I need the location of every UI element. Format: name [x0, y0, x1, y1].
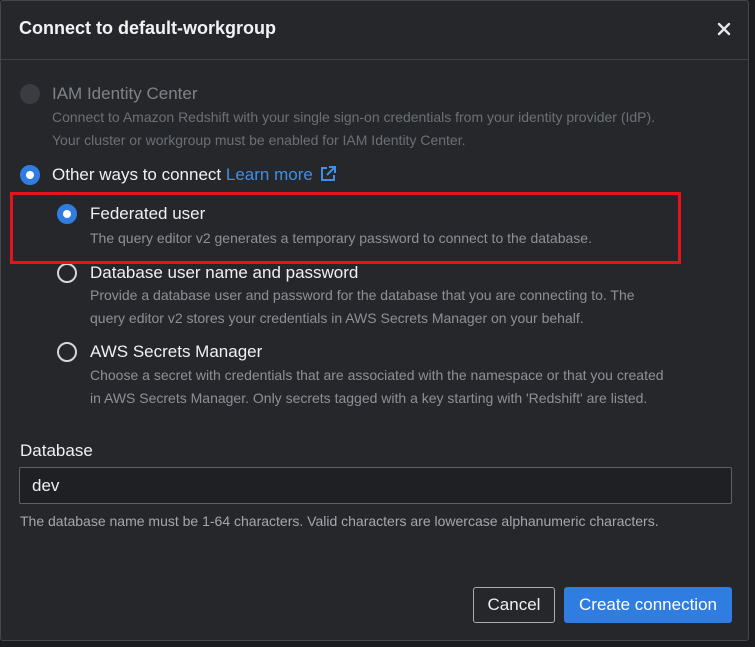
iam-identity-center-desc-line-2: Your cluster or workgroup must be enable… — [52, 132, 466, 148]
aws-secrets-manager-desc-line-1: Choose a secret with credentials that ar… — [90, 367, 664, 383]
radio-database-user-password[interactable] — [57, 263, 77, 283]
other-ways-label: Other ways to connect — [52, 165, 222, 184]
iam-identity-center-desc-line-1: Connect to Amazon Redshift with your sin… — [52, 109, 656, 125]
database-label: Database — [20, 441, 93, 460]
radio-iam-identity-center — [20, 84, 40, 104]
radio-other-ways[interactable] — [20, 165, 40, 185]
close-button[interactable] — [712, 17, 736, 41]
dialog-title: Connect to default-workgroup — [19, 18, 276, 38]
database-input[interactable] — [19, 467, 732, 504]
aws-secrets-manager-desc-line-2: in AWS Secrets Manager. Only secrets tag… — [90, 390, 648, 406]
database-user-password-desc-line-1: Provide a database user and password for… — [90, 287, 635, 303]
close-icon — [717, 22, 731, 36]
highlight-annotation — [10, 192, 681, 264]
learn-more-label: Learn more — [225, 165, 313, 184]
learn-more-link[interactable]: Learn more — [226, 165, 337, 184]
dialog-header: Connect to default-workgroup — [1, 1, 748, 60]
database-hint: The database name must be 1-64 character… — [20, 513, 659, 529]
radio-aws-secrets-manager[interactable] — [57, 342, 77, 362]
other-ways-row: Other ways to connect Learn more — [52, 165, 337, 185]
database-user-password-label: Database user name and password — [90, 263, 359, 282]
cancel-button[interactable]: Cancel — [473, 587, 555, 623]
connect-dialog: Connect to default-workgroup IAM Identit… — [0, 0, 749, 641]
database-user-password-desc-line-2: query editor v2 stores your credentials … — [90, 310, 584, 326]
external-link-icon — [320, 166, 336, 181]
iam-identity-center-label: IAM Identity Center — [52, 84, 198, 103]
create-connection-button[interactable]: Create connection — [564, 587, 732, 623]
aws-secrets-manager-label: AWS Secrets Manager — [90, 342, 263, 361]
